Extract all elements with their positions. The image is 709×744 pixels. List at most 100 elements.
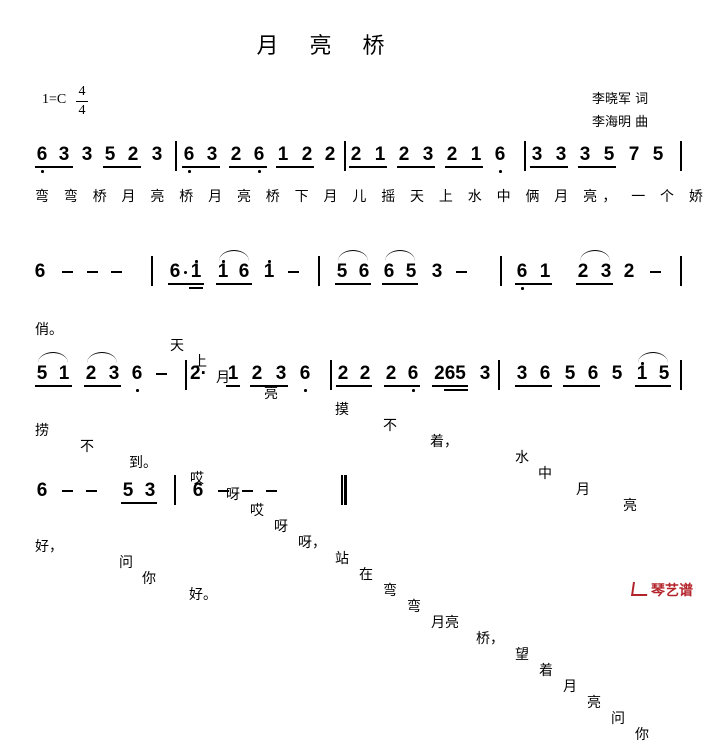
note: 6 (407, 363, 419, 384)
barline (524, 141, 526, 171)
note: 5 (104, 144, 116, 165)
note: 6 (587, 363, 599, 384)
note: 5 (405, 261, 417, 282)
note: 1 (190, 261, 202, 282)
note: 6 (253, 144, 265, 165)
lyrics-row-1: 弯 弯 桥 月 亮 桥 月 亮 桥 下 月 儿 摇 天 上 水 中 俩 月 亮，… (35, 189, 709, 205)
note: 6 (494, 144, 506, 165)
staff-row-2: 6 6 1 1 6 1 5 6 6 5 3 6 1 2 3 2 (0, 250, 709, 302)
slur (38, 352, 68, 363)
staff-row-1: 6 3 3 5 2 3 6 3 2 6 1 2 2 2 1 2 3 2 1 6 … (0, 141, 709, 185)
composer-credit: 李海明 曲 (592, 115, 649, 130)
barline (185, 360, 187, 390)
time-signature-top: 4 (78, 84, 86, 99)
note: 6 (516, 261, 528, 282)
slur (580, 250, 610, 261)
note: 2 (127, 144, 139, 165)
note: 3 (555, 144, 567, 165)
slur (87, 352, 117, 363)
barline (500, 256, 502, 286)
note: 5 (658, 363, 670, 384)
note: 1 (539, 261, 551, 282)
note: 265 (434, 363, 466, 384)
barline (680, 256, 682, 286)
note: 6 (36, 144, 48, 165)
note: 1 (263, 261, 275, 282)
time-signature: 4 4 (76, 84, 88, 119)
note: 2 (230, 144, 242, 165)
barline (680, 141, 682, 171)
barline (330, 360, 332, 390)
note: 2 (385, 363, 397, 384)
note: 2 (350, 144, 362, 165)
note: 1 (277, 144, 289, 165)
note: 1 (58, 363, 70, 384)
note: 2 (623, 261, 635, 282)
key-signature: 1=C (42, 92, 67, 107)
note: 5 (603, 144, 615, 165)
note: 1 (470, 144, 482, 165)
note: 6 (192, 480, 204, 501)
note: 1 (217, 261, 229, 282)
note: 2· (190, 363, 207, 384)
barline (174, 475, 176, 505)
note: 3 (58, 144, 70, 165)
slur (638, 352, 668, 363)
note: 5 (652, 144, 664, 165)
barline (318, 256, 320, 286)
slur (385, 250, 415, 261)
note: 2 (85, 363, 97, 384)
note: 6 (34, 261, 46, 282)
note: 3 (144, 480, 156, 501)
final-barline-thick (344, 475, 347, 505)
note: 2 (446, 144, 458, 165)
slur (219, 250, 249, 261)
lyricist-credit: 李晓军 词 (592, 92, 649, 107)
note: 3 (81, 144, 93, 165)
note: 2 (398, 144, 410, 165)
note: 2 (324, 144, 336, 165)
note: 7 (628, 144, 640, 165)
note: 6 (539, 363, 551, 384)
note: 5 (336, 261, 348, 282)
barline (151, 256, 153, 286)
note: 3 (579, 144, 591, 165)
note: 3 (206, 144, 218, 165)
song-title: 月 亮 桥 (256, 34, 397, 59)
note: 6 (36, 480, 48, 501)
note: 3 (275, 363, 287, 384)
barline (680, 360, 682, 390)
note: 5 (611, 363, 623, 384)
note: 3 (516, 363, 528, 384)
note: 3 (151, 144, 163, 165)
note: 2 (359, 363, 371, 384)
note: 6 (383, 261, 395, 282)
note: 6 (238, 261, 250, 282)
slur (338, 250, 368, 261)
note: 6 (358, 261, 370, 282)
lyrics-row-4: 好， 问 你 好。 (35, 539, 217, 603)
note: 3 (531, 144, 543, 165)
note: 3 (431, 261, 443, 282)
note: 6 (299, 363, 311, 384)
note: 6 (169, 261, 181, 282)
staff-row-3: 5 1 2 3 6 2· 1 2 3 6 2 2 2 6 265 3 3 6 5… (0, 352, 709, 404)
note: 6 (183, 144, 195, 165)
barline (344, 141, 346, 171)
note: 5 (122, 480, 134, 501)
note: 5 (564, 363, 576, 384)
final-barline-thin (341, 475, 343, 505)
note: 2 (577, 261, 589, 282)
watermark-logo: 琴艺谱 (631, 580, 693, 600)
note: 3 (422, 144, 434, 165)
barline (175, 141, 177, 171)
note: 1 (374, 144, 386, 165)
note: 2 (337, 363, 349, 384)
note: 1 (227, 363, 239, 384)
note: 6 (131, 363, 143, 384)
staff-row-4: 6 5 3 6 (0, 475, 709, 521)
note: 2 (251, 363, 263, 384)
note: 2 (301, 144, 313, 165)
note: 3 (479, 363, 491, 384)
note: 1 (636, 363, 648, 384)
